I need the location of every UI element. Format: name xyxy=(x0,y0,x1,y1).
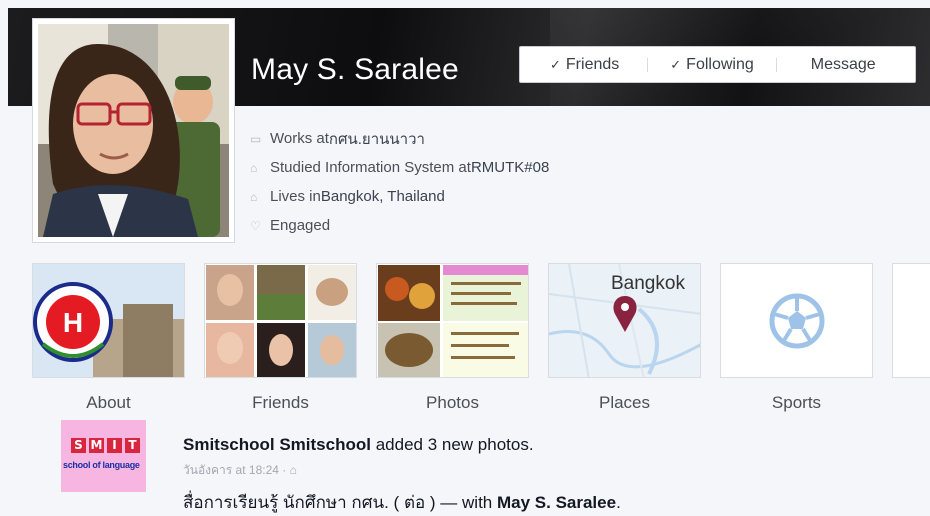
tile-label-friends[interactable]: Friends xyxy=(204,393,357,413)
feed-action-text: added 3 new photos. xyxy=(370,435,534,454)
avatar-letter-i: I xyxy=(107,438,122,453)
check-icon: ✓ xyxy=(670,56,682,72)
soccer-ball-icon xyxy=(721,264,872,377)
audience-icon: ⌂ xyxy=(289,463,297,477)
profile-name: May S. Saralee xyxy=(251,53,459,86)
info-work-prefix: Works at xyxy=(270,130,329,147)
avatar-letter-m: M xyxy=(89,438,104,453)
following-button[interactable]: ✓ Following xyxy=(670,47,754,82)
info-work: ▭ Works at กศน.ยานนาวา xyxy=(250,124,549,153)
svg-text:H: H xyxy=(63,307,83,338)
profile-actions: ✓ Friends ✓ Following Message xyxy=(519,46,916,83)
info-education-prefix: Studied Information System at xyxy=(270,159,471,176)
info-location-value[interactable]: Bangkok, Thailand xyxy=(321,188,445,205)
avatar-letter-s: S xyxy=(71,438,86,453)
message-button-label: Message xyxy=(810,55,876,73)
places-map: Bangkok xyxy=(549,264,700,377)
education-icon: ⌂ xyxy=(250,160,258,175)
friends-button[interactable]: ✓ Friends xyxy=(550,47,619,82)
feed-post-text: สื่อการเรียนรู้ นักศึกษา กศน. ( ต่อ ) — … xyxy=(183,489,621,516)
about-tile-image: H xyxy=(33,264,184,377)
divider xyxy=(775,57,777,72)
info-location: ⌂ Lives in Bangkok, Thailand xyxy=(250,182,549,211)
tile-label-sports[interactable]: Sports xyxy=(720,393,873,413)
tile-sports[interactable] xyxy=(720,263,873,378)
photos-tile-image xyxy=(377,264,528,377)
info-education-value[interactable]: RMUTK#08 xyxy=(471,159,549,176)
avatar-subtext: school of language xyxy=(63,460,140,470)
tile-label-photos[interactable]: Photos xyxy=(376,393,529,413)
info-work-value[interactable]: กศน.ยานนาวา xyxy=(329,127,425,151)
feed-author-link[interactable]: Smitschool Smitschool xyxy=(183,435,371,454)
friends-tile-image xyxy=(205,264,356,377)
tile-label-places[interactable]: Places xyxy=(548,393,701,413)
feed-post-tail: . xyxy=(616,493,621,512)
tile-label-about[interactable]: About xyxy=(32,393,185,413)
profile-photo-image xyxy=(38,24,229,237)
intro-section: ▭ Works at กศน.ยานนาวา ⌂ Studied Informa… xyxy=(250,124,549,240)
heart-icon: ♡ xyxy=(250,218,261,233)
feed-tagged-user-link[interactable]: May S. Saralee xyxy=(497,493,616,512)
info-relationship-value: Engaged xyxy=(270,217,331,234)
tile-about[interactable]: H xyxy=(32,263,185,378)
tile-places[interactable]: Bangkok xyxy=(548,263,701,378)
avatar-letter-t: T xyxy=(125,438,140,453)
friends-button-label: Friends xyxy=(565,55,620,73)
tile-photos[interactable] xyxy=(376,263,529,378)
tile-more[interactable] xyxy=(892,263,930,378)
home-icon: ⌂ xyxy=(250,189,258,204)
info-location-prefix: Lives in xyxy=(270,188,321,205)
feed-title: Smitschool Smitschool added 3 new photos… xyxy=(183,435,534,455)
info-education: ⌂ Studied Information System at RMUTK#08 xyxy=(250,153,549,182)
feed-timestamp[interactable]: วันอังคาร at 18:24 · ⌂ xyxy=(183,461,297,480)
feed-avatar[interactable]: S M I T school of language xyxy=(61,420,146,492)
following-button-label: Following xyxy=(686,55,754,73)
divider xyxy=(647,57,649,72)
info-relationship: ♡ Engaged xyxy=(250,211,549,240)
feed-post-body: สื่อการเรียนรู้ นักศึกษา กศน. ( ต่อ ) — … xyxy=(183,493,497,512)
profile-picture[interactable] xyxy=(32,18,235,243)
work-icon: ▭ xyxy=(250,131,262,146)
tile-friends[interactable] xyxy=(204,263,357,378)
feed-time-text: วันอังคาร at 18:24 · xyxy=(183,463,290,477)
check-icon: ✓ xyxy=(550,56,561,72)
message-button[interactable]: Message xyxy=(811,47,876,82)
map-city-label: Bangkok xyxy=(611,273,685,294)
